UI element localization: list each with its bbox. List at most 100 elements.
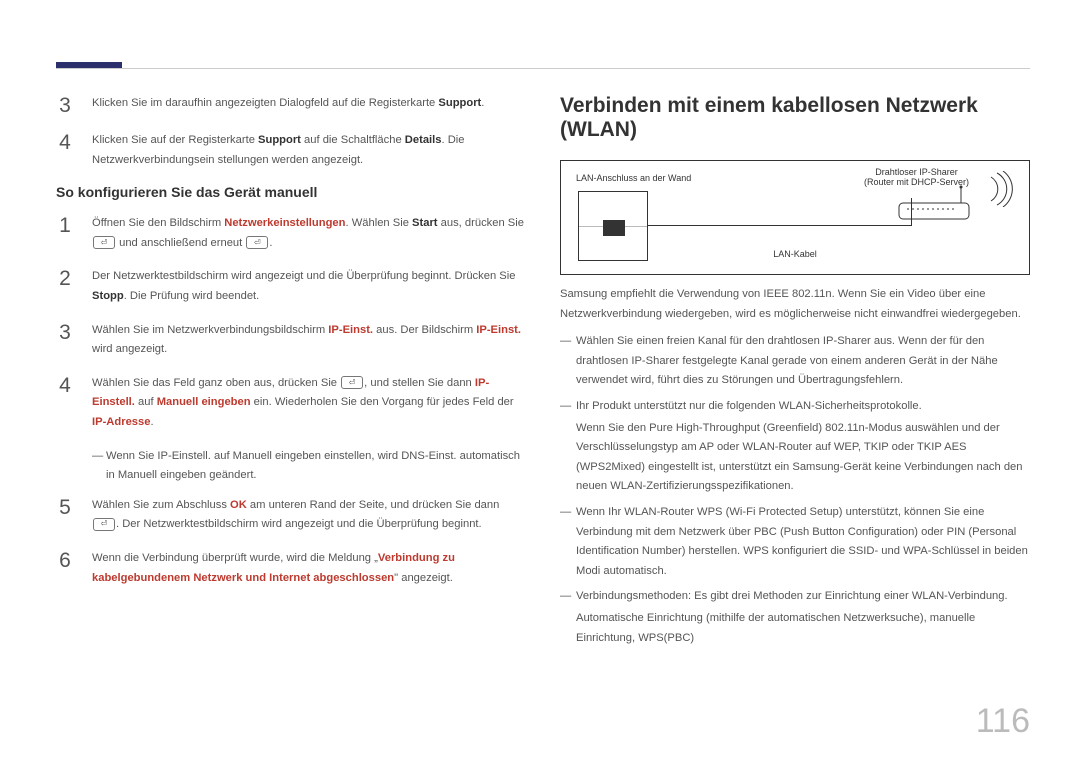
bullet-item: ― Verbindungsmethoden: Es gibt drei Meth…	[560, 587, 1030, 648]
text: " angezeigt.	[394, 572, 453, 584]
text: Ihr Produkt unterstützt nur die folgende…	[576, 400, 922, 412]
wall-port-icon	[578, 191, 648, 261]
step-3: 3 Klicken Sie im daraufhin angezeigten D…	[56, 94, 526, 117]
text: einstellen, wird	[321, 450, 401, 462]
network-diagram: LAN-Anschluss an der Wand LAN-Kabel Drah…	[560, 160, 1030, 275]
manual-config-heading: So konfigurieren Sie das Gerät manuell	[56, 184, 526, 200]
text: , und stellen Sie dann	[364, 377, 475, 389]
highlight: Manuell eingeben	[233, 450, 321, 462]
header-accent	[56, 62, 122, 68]
step-number: 4	[56, 131, 74, 170]
mstep-4: 4 Wählen Sie das Feld ganz oben aus, drü…	[56, 374, 526, 433]
text: geändert.	[206, 469, 256, 481]
enter-key-icon: ⏎	[93, 236, 115, 249]
bullet-list: ― Wählen Sie einen freien Kanal für den …	[560, 332, 1030, 648]
enter-key-icon: ⏎	[341, 376, 363, 389]
bold: Details	[405, 134, 442, 146]
text: . Die Prüfung wird beendet.	[124, 290, 260, 302]
enter-key-icon: ⏎	[246, 236, 268, 249]
highlight: IP-Einstell.	[157, 450, 210, 462]
text: Verbindungsmethoden: Es gibt drei Method…	[576, 590, 1008, 602]
step-text: Wählen Sie im Netzwerkverbindungsbildsch…	[92, 321, 526, 360]
highlight: Manuell eingeben	[157, 396, 251, 408]
step-text: Wählen Sie das Feld ganz oben aus, drück…	[92, 374, 526, 433]
highlight: IP-Einst.	[476, 324, 521, 336]
text: am unteren Rand der Seite, und drücken S…	[247, 499, 500, 511]
dash-icon: ―	[560, 503, 576, 581]
lan-cable-icon	[647, 225, 911, 226]
wall-port-label: LAN-Anschluss an der Wand	[576, 173, 691, 183]
text: Wählen Sie zum Abschluss	[92, 499, 230, 511]
highlight: DNS-Einst.	[401, 450, 456, 462]
text: Der Netzwerktestbildschirm wird angezeig…	[92, 270, 515, 282]
bold: Stopp	[92, 290, 124, 302]
wlan-heading: Verbinden mit einem kabellosen Netzwerk …	[560, 94, 1030, 142]
text: auf die Schaltfläche	[301, 134, 405, 146]
bullet-text: Verbindungsmethoden: Es gibt drei Method…	[576, 587, 1030, 648]
bullet-text: Wenn Ihr WLAN-Router WPS (Wi-Fi Protecte…	[576, 503, 1030, 581]
step-text: Der Netzwerktestbildschirm wird angezeig…	[92, 267, 526, 306]
text: Wählen Sie im Netzwerkverbindungsbildsch…	[92, 324, 328, 336]
bullet-text: Ihr Produkt unterstützt nur die folgende…	[576, 397, 1030, 497]
text: und anschließend erneut	[116, 237, 245, 249]
mstep-2: 2 Der Netzwerktestbildschirm wird angeze…	[56, 267, 526, 306]
text: . Wählen Sie	[345, 217, 412, 229]
text: .	[269, 237, 272, 249]
right-column: Verbinden mit einem kabellosen Netzwerk …	[560, 94, 1030, 654]
step-number: 6	[56, 549, 74, 588]
dash-icon: ―	[560, 587, 576, 648]
step-text: Klicken Sie auf der Registerkarte Suppor…	[92, 131, 526, 170]
mstep-6: 6 Wenn die Verbindung überprüft wurde, w…	[56, 549, 526, 588]
text: Wenn die Verbindung überprüft wurde, wir…	[92, 552, 378, 564]
left-column: 3 Klicken Sie im daraufhin angezeigten D…	[56, 94, 526, 654]
bullet-item: ― Ihr Produkt unterstützt nur die folgen…	[560, 397, 1030, 497]
sub-text: Automatische Einrichtung (mithilfe der a…	[576, 609, 1030, 648]
sub-text: Wenn Sie den Pure High-Throughput (Green…	[576, 419, 1030, 497]
step-number: 3	[56, 321, 74, 360]
router-label: Drahtloser IP-Sharer (Router mit DHCP-Se…	[864, 167, 969, 187]
enter-key-icon: ⏎	[93, 518, 115, 531]
bold: Support	[258, 134, 301, 146]
text: Automatische Einrichtung (mithilfe der a…	[576, 612, 975, 644]
text: Wenn Sie	[106, 450, 157, 462]
intro-paragraph: Samsung empfiehlt die Verwendung von IEE…	[560, 285, 1030, 324]
cable-label: LAN-Kabel	[773, 249, 817, 259]
step-text: Klicken Sie im daraufhin angezeigten Dia…	[92, 94, 484, 117]
highlight: IP-Adresse	[92, 416, 150, 428]
mstep-5: 5 Wählen Sie zum Abschluss OK am unteren…	[56, 496, 526, 535]
text: . Der Netzwerktestbildschirm wird angeze…	[116, 518, 482, 530]
bold: Start	[412, 217, 438, 229]
step-4: 4 Klicken Sie auf der Registerkarte Supp…	[56, 131, 526, 170]
mstep-1: 1 Öffnen Sie den Bildschirm Netzwerkeins…	[56, 214, 526, 253]
text: Klicken Sie im daraufhin angezeigten Dia…	[92, 97, 438, 109]
step-text: Wählen Sie zum Abschluss OK am unteren R…	[92, 496, 526, 535]
text: auf	[211, 450, 233, 462]
note-text: Wenn Sie IP-Einstell. auf Manuell eingeb…	[106, 447, 526, 486]
page-columns: 3 Klicken Sie im daraufhin angezeigten D…	[56, 94, 1030, 654]
dash-icon: ―	[92, 447, 106, 486]
step-number: 4	[56, 374, 74, 433]
highlight: Netzwerkeinstellungen	[224, 217, 345, 229]
page-number: 116	[976, 702, 1030, 741]
text: aus, drücken Sie	[438, 217, 524, 229]
step-text: Öffnen Sie den Bildschirm Netzwerkeinste…	[92, 214, 526, 253]
highlight: OK	[230, 499, 247, 511]
highlight: IP-Einst.	[328, 324, 373, 336]
step-number: 1	[56, 214, 74, 253]
bullet-text: Wählen Sie einen freien Kanal für den dr…	[576, 332, 1030, 391]
text: Klicken Sie auf der Registerkarte	[92, 134, 258, 146]
header-divider	[56, 68, 1030, 69]
wifi-waves-icon	[985, 171, 1015, 212]
highlight: WPS(PBC)	[638, 632, 694, 644]
step-number: 3	[56, 94, 74, 117]
note-dns: ― Wenn Sie IP-Einstell. auf Manuell eing…	[92, 447, 526, 486]
router-icon	[897, 185, 977, 221]
text: Öffnen Sie den Bildschirm	[92, 217, 224, 229]
text: .	[150, 416, 153, 428]
dash-icon: ―	[560, 332, 576, 391]
mstep-3: 3 Wählen Sie im Netzwerkverbindungsbilds…	[56, 321, 526, 360]
bullet-item: ― Wählen Sie einen freien Kanal für den …	[560, 332, 1030, 391]
text: .	[481, 97, 484, 109]
highlight: Manuell eingeben	[118, 469, 206, 481]
bullet-item: ― Wenn Ihr WLAN-Router WPS (Wi-Fi Protec…	[560, 503, 1030, 581]
